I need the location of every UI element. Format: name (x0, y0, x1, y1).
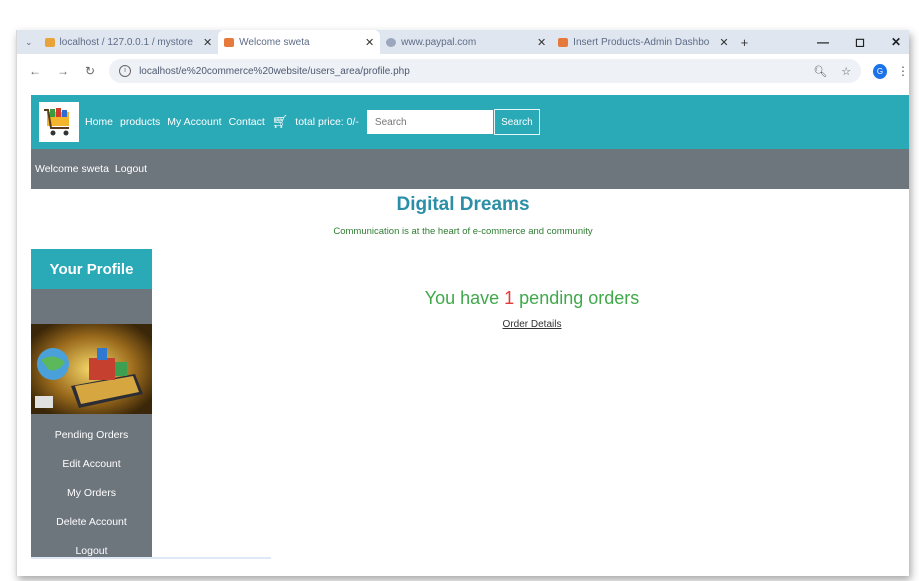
tab-strip: ⌄ localhost / 127.0.0.1 / mystore ✕ Welc… (17, 30, 909, 54)
nav-buttons: ← → ↻ (29, 64, 95, 78)
site-title: Digital Dreams (396, 194, 530, 215)
sidebar-item-delete-account[interactable]: Delete Account (31, 508, 152, 537)
phpmyadmin-favicon-icon (44, 37, 55, 47)
new-tab-button[interactable]: + (735, 30, 755, 54)
window-close-icon[interactable]: ✕ (891, 35, 901, 49)
window-controls: — ◻ ✕ (817, 30, 901, 54)
close-tab-icon[interactable]: ✕ (537, 36, 546, 49)
pending-count: 1 (504, 288, 515, 308)
tab-label: localhost / 127.0.0.1 / mystore (59, 36, 193, 48)
order-details-link[interactable]: Order Details (467, 319, 597, 330)
site-favicon-icon (224, 37, 235, 47)
site-favicon-icon (558, 37, 569, 47)
pending-prefix: You have (424, 288, 505, 308)
search-button[interactable]: Search (493, 109, 540, 135)
welcome-bar: Welcome sweta Logout (31, 149, 909, 189)
globe-favicon-icon (386, 37, 397, 47)
pending-orders-message: You have 1 pending orders (337, 288, 727, 309)
sidebar-links: Pending Orders Edit Account My Orders De… (31, 421, 152, 566)
sidebar-item-pending-orders[interactable]: Pending Orders (31, 421, 152, 450)
tab-admin[interactable]: Insert Products-Admin Dashbo ✕ (552, 30, 734, 54)
tab-welcome[interactable]: Welcome sweta ✕ (218, 30, 381, 54)
menu-my-account[interactable]: My Account (167, 116, 221, 128)
back-icon[interactable]: ← (29, 64, 41, 78)
site-info-icon[interactable]: i (119, 65, 132, 77)
sidebar-item-logout[interactable]: Logout (31, 537, 152, 566)
close-tab-icon[interactable]: ✕ (203, 36, 212, 49)
zoom-icon[interactable]: 🔍︎ (813, 65, 827, 78)
forward-icon[interactable]: → (57, 64, 69, 78)
tab-phpmyadmin[interactable]: localhost / 127.0.0.1 / mystore ✕ (39, 30, 219, 54)
close-tab-icon[interactable]: ✕ (719, 36, 728, 49)
menu-kebab-icon[interactable]: ⋮ (897, 64, 909, 78)
profile-image (31, 324, 152, 414)
tab-paypal[interactable]: www.paypal.com ✕ (380, 30, 552, 54)
search-input[interactable] (366, 110, 493, 134)
tab-label: Insert Products-Admin Dashbo (573, 36, 710, 48)
menu-contact[interactable]: Contact (229, 116, 265, 128)
welcome-text: Welcome sweta (35, 163, 109, 175)
sidebar-item-edit-account[interactable]: Edit Account (31, 450, 152, 479)
bookmark-star-icon[interactable]: ☆ (841, 65, 851, 78)
browser-window: ⌄ localhost / 127.0.0.1 / mystore ✕ Welc… (16, 30, 909, 576)
main-menu: Home products My Account Contact 🛒︎ tota… (85, 114, 359, 130)
site-tagline: Communication is at the heart of e-comme… (333, 226, 593, 237)
pending-suffix: pending orders (514, 288, 640, 308)
sidebar-item-my-orders[interactable]: My Orders (31, 479, 152, 508)
total-price: total price: 0/- (295, 116, 359, 128)
sidebar-title: Your Profile (31, 249, 152, 289)
reload-icon[interactable]: ↻ (85, 64, 95, 78)
tab-label: www.paypal.com (401, 36, 477, 48)
profile-sidebar: Your Profile Pending Orders Edit Account… (31, 249, 152, 559)
maximize-icon[interactable]: ◻ (855, 35, 865, 49)
minimize-icon[interactable]: — (817, 35, 829, 49)
cart-icon[interactable]: 🛒︎ (272, 114, 289, 130)
close-tab-icon[interactable]: ✕ (365, 36, 374, 49)
tab-label: Welcome sweta (239, 36, 310, 48)
address-bar-row: ← → ↻ i localhost/e%20commerce%20website… (17, 54, 909, 88)
address-bar[interactable]: i localhost/e%20commerce%20website/users… (109, 59, 862, 83)
site-navbar: Home products My Account Contact 🛒︎ tota… (31, 95, 909, 149)
url-text[interactable]: localhost/e%20commerce%20website/users_a… (139, 66, 799, 77)
logout-link[interactable]: Logout (115, 163, 147, 175)
tab-list-arrow[interactable]: ⌄ (17, 30, 39, 54)
cart-logo-icon[interactable] (39, 102, 79, 142)
menu-home[interactable]: Home (85, 116, 113, 128)
menu-products[interactable]: products (120, 116, 160, 128)
divider (31, 557, 271, 559)
profile-avatar[interactable]: G (873, 63, 887, 79)
